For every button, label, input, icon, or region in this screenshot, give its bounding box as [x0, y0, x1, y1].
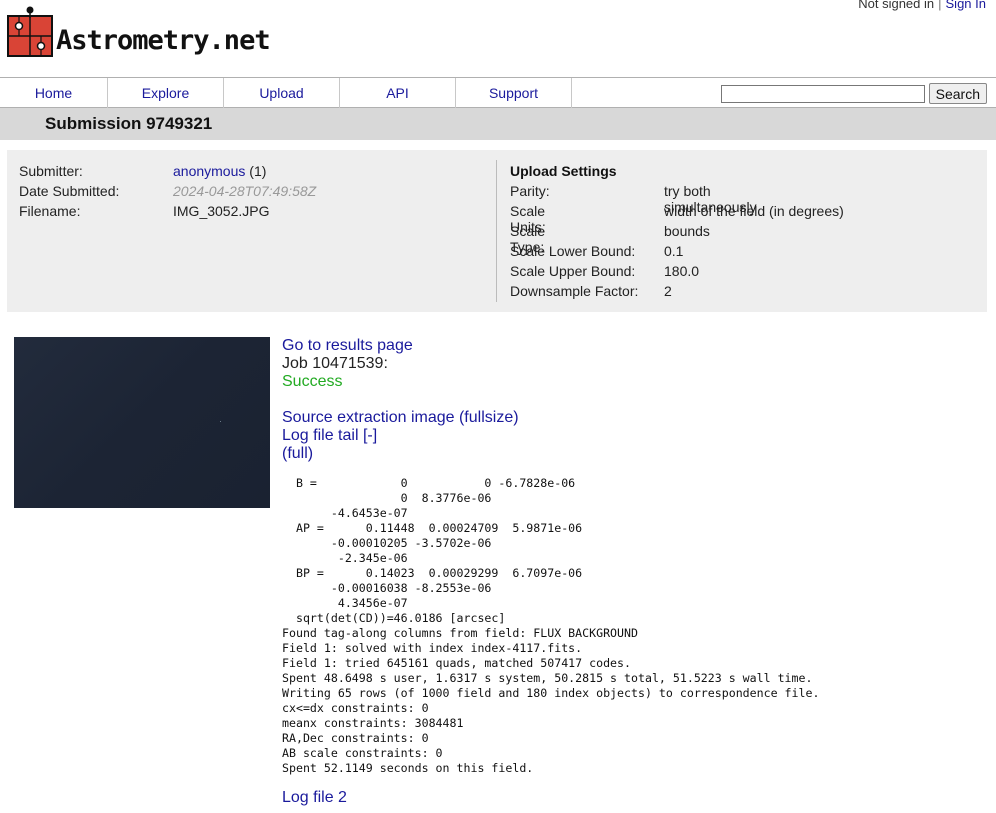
submitter-value: anonymous (1) — [173, 163, 266, 179]
log-tail-toggle-link[interactable]: Log file tail [-] — [282, 427, 377, 444]
astrometry-logo-icon — [7, 6, 53, 57]
submitter-count: (1) — [249, 163, 267, 179]
nav-home[interactable]: Home — [0, 77, 108, 108]
log-line: AB scale constraints: 0 — [282, 746, 443, 760]
auth-status: Not signed in | Sign In — [858, 0, 986, 11]
setting-value: width of the field (in degrees) — [664, 203, 844, 219]
log-line: cx<=dx constraints: 0 — [282, 701, 429, 715]
page-title: Submission 9749321 — [45, 114, 213, 133]
log-line: -0.00010205 -3.5702e-06 — [282, 536, 492, 550]
nav-api[interactable]: API — [340, 77, 456, 108]
search-box: Search — [720, 83, 987, 104]
source-extraction-link[interactable]: Source extraction image (fullsize) — [282, 409, 519, 426]
submission-info-panel: Submitter: anonymous (1) Date Submitted:… — [7, 150, 987, 312]
search-button[interactable]: Search — [928, 83, 987, 104]
log-line: 0 8.3776e-06 — [282, 491, 492, 505]
job-label: Job 10471539 — [282, 355, 384, 372]
nav-explore[interactable]: Explore — [108, 77, 224, 108]
log-line: Found tag-along columns from field: FLUX… — [282, 626, 638, 640]
log-line: AP = 0.11448 0.00024709 5.9871e-06 — [282, 521, 583, 535]
main-navbar: Home Explore Upload API Support Search — [0, 77, 996, 108]
site-logo[interactable]: Astrometry.net — [6, 6, 271, 58]
site-title: Astrometry.net — [56, 25, 271, 56]
setting-label: Scale Lower Bound: — [510, 243, 636, 259]
date-value: 2024-04-28T07:49:58Z — [173, 183, 317, 199]
log-line: Spent 48.6498 s user, 1.6317 s system, 5… — [282, 671, 813, 685]
upload-settings-title: Upload Settings — [510, 163, 617, 179]
submission-thumbnail[interactable] — [14, 337, 270, 508]
date-label: Date Submitted: — [19, 183, 120, 199]
submitter-label: Submitter: — [19, 163, 83, 179]
log-file-tail: B = 0 0 -6.7828e-06 0 8.3776e-06 -4.6453… — [282, 476, 819, 776]
setting-label: Downsample Factor: — [510, 283, 639, 299]
page-header-bar: Submission 9749321 — [0, 108, 996, 140]
setting-label: Scale Upper Bound: — [510, 263, 636, 279]
log-line: Writing 65 rows (of 1000 field and 180 i… — [282, 686, 820, 700]
auth-separator: | — [938, 0, 942, 11]
setting-value: 180.0 — [664, 263, 700, 279]
log-line: Field 1: solved with index index-4117.fi… — [282, 641, 583, 655]
submitter-link[interactable]: anonymous — [173, 163, 245, 179]
setting-value: bounds — [664, 223, 710, 239]
setting-value: 2 — [664, 283, 672, 299]
thumbnail-star — [220, 421, 221, 422]
log-line: -4.6453e-07 — [282, 506, 408, 520]
job-colon: : — [383, 355, 388, 372]
log-line: -2.345e-06 — [282, 551, 408, 565]
log-line: B = 0 0 -6.7828e-06 — [282, 476, 576, 490]
nav-upload[interactable]: Upload — [224, 77, 340, 108]
log-line: -0.00016038 -8.2553e-06 — [282, 581, 492, 595]
job-status: Success — [282, 373, 343, 390]
log-line: BP = 0.14023 0.00029299 6.7097e-06 — [282, 566, 583, 580]
log-line: 4.3456e-07 — [282, 596, 408, 610]
results-page-link[interactable]: Go to results page — [282, 337, 413, 354]
job-details: Go to results page Job 10471539: Success… — [282, 337, 982, 463]
filename-value: IMG_3052.JPG — [173, 203, 270, 219]
sign-in-link[interactable]: Sign In — [946, 0, 986, 11]
log-line: sqrt(det(CD))=46.0186 [arcsec] — [282, 611, 506, 625]
job-id: Job 10471539: — [282, 355, 982, 373]
filename-label: Filename: — [19, 203, 81, 219]
log-file-2-link[interactable]: Log file 2 — [282, 789, 347, 807]
log-line: Field 1: tried 645161 quads, matched 507… — [282, 656, 632, 670]
panel-divider — [496, 160, 497, 302]
setting-value: 0.1 — [664, 243, 684, 259]
search-input[interactable] — [720, 84, 925, 103]
log-line: Spent 52.1149 seconds on this field. — [282, 761, 534, 775]
log-line: meanx constraints: 3084481 — [282, 716, 464, 730]
auth-status-text: Not signed in — [858, 0, 935, 11]
log-line: RA,Dec constraints: 0 — [282, 731, 429, 745]
log-full-link[interactable]: (full) — [282, 445, 313, 462]
setting-label: Parity: — [510, 183, 550, 199]
nav-support[interactable]: Support — [456, 77, 572, 108]
